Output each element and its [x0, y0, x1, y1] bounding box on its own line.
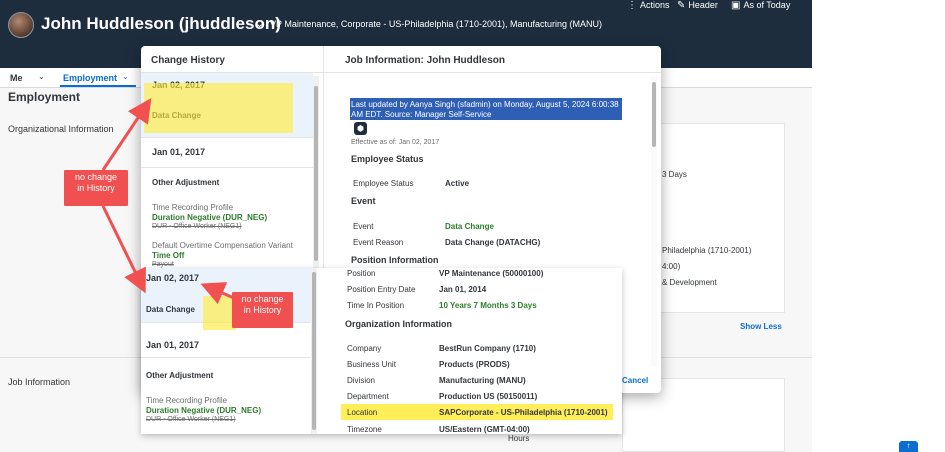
right-blank-area: [812, 0, 945, 452]
field-label: Department: [347, 392, 389, 401]
history-date: Jan 01, 2017: [152, 147, 206, 157]
field-label: Division: [347, 376, 376, 385]
hexagon-icon: ⬢: [354, 122, 367, 135]
nav-me[interactable]: Me: [10, 73, 23, 83]
bg-fragment: Philadelphia (1710-2001): [662, 246, 752, 255]
new-value: Duration Negative (DUR_NEG): [152, 213, 268, 222]
field-label: Position Entry Date: [347, 285, 416, 294]
header-button[interactable]: ✎ Header: [677, 0, 718, 12]
event-title: Event: [351, 196, 376, 206]
history-type: Data Change: [146, 305, 195, 314]
as-of-today-button[interactable]: ▣ As of Today: [731, 0, 790, 12]
user-name[interactable]: John Huddleson (jhuddleson): [41, 14, 281, 34]
cancel-button[interactable]: Cancel: [622, 376, 648, 385]
history-item-details: Other Adjustment Time Recording Profile …: [141, 360, 311, 434]
field-value: Manufacturing (MANU): [439, 376, 526, 385]
data-change-highlight: [144, 83, 293, 133]
bg-fragment: Hours: [508, 434, 530, 443]
changed-field: Time Recording Profile: [152, 203, 234, 212]
scrollbar-thumb[interactable]: [652, 82, 656, 147]
new-value: Time Off: [152, 251, 185, 260]
org-info-label: Organizational Information: [8, 124, 114, 134]
changed-field: Default Overtime Compensation Variant: [152, 241, 293, 250]
history-type: Other Adjustment: [146, 371, 214, 380]
chevron-down-icon[interactable]: ⌄: [255, 17, 264, 30]
arrow-up-icon: ↑: [906, 441, 911, 450]
field-value: SAPCorporate - US-Philadelphia (1710-200…: [439, 408, 608, 417]
history-scrollbar[interactable]: [311, 268, 317, 434]
more-vertical-icon: ⋮: [627, 0, 637, 11]
job-info-title: Job Information: John Huddleson: [345, 55, 505, 66]
change-history-title: Change History: [151, 55, 225, 66]
scroll-to-top-button[interactable]: ↑: [899, 441, 918, 452]
position-info-title: Position Information: [351, 255, 439, 265]
history-date: Jan 01, 2017: [146, 340, 200, 350]
field-value: Active: [445, 179, 470, 188]
job-info-label: Job Information: [8, 377, 71, 387]
avatar[interactable]: [8, 12, 34, 38]
callout-no-change: no change in History: [232, 292, 293, 328]
field-value: VP Maintenance (50000100): [439, 269, 544, 278]
history-type: Other Adjustment: [152, 178, 220, 187]
nav-employment[interactable]: Employment: [63, 73, 117, 83]
field-value: BestRun Company (1710): [439, 344, 536, 353]
bg-fragment: 4:00): [662, 262, 681, 271]
pencil-icon: ✎: [677, 0, 686, 11]
chevron-down-icon[interactable]: ⌄: [122, 72, 129, 81]
field-value: Data Change: [445, 222, 494, 231]
callout-no-change: no change in History: [64, 170, 128, 206]
history-item-details: Other Adjustment Time Recording Profile …: [141, 168, 313, 278]
field-label: Position: [347, 269, 376, 278]
show-less-link[interactable]: Show Less: [740, 322, 782, 331]
section-title: Employment: [8, 90, 81, 104]
history-item[interactable]: Jan 01, 2017: [141, 328, 311, 358]
field-label: Timezone: [347, 425, 382, 434]
field-label: Employee Status: [353, 179, 414, 188]
actions-button[interactable]: ⋮ Actions: [627, 0, 670, 12]
field-label: Event Reason: [353, 238, 404, 247]
new-value: Duration Negative (DUR_NEG): [146, 406, 262, 415]
last-updated-text: AM EDT. Source: Manager Self-Service: [351, 110, 492, 119]
field-label: Time In Position: [347, 301, 405, 310]
chevron-down-icon[interactable]: ⌄: [38, 72, 45, 81]
details-scrollbar[interactable]: [651, 76, 657, 366]
old-value: DUR - Office Worker (NEG1): [146, 416, 236, 423]
active-tab-indicator: [60, 85, 136, 87]
scrollbar-thumb[interactable]: [314, 86, 318, 261]
history-date: Jan 02, 2017: [146, 273, 200, 283]
field-value: US/Eastern (GMT-04:00): [439, 425, 530, 434]
bg-fragment: & Development: [662, 278, 717, 287]
old-value: DUR - Office Worker (NEG1): [152, 223, 242, 230]
bg-fragment: 3 Days: [662, 170, 687, 179]
field-value: Products (PRODS): [439, 360, 510, 369]
history-scrollbar[interactable]: [313, 76, 319, 270]
field-label: Business Unit: [347, 360, 396, 369]
pasted-history-panel: Jan 02, 2017 Data Change Jan 01, 2017 Ot…: [141, 268, 622, 434]
old-value: Payout: [152, 261, 174, 268]
last-updated-text: Last updated by Aanya Singh (sfadmin) on…: [351, 100, 619, 109]
field-value: Data Change (DATACHG): [445, 238, 541, 247]
field-label: Company: [347, 344, 382, 353]
user-subtitle: VP Maintenance, Corporate - US-Philadelp…: [270, 19, 602, 29]
history-item[interactable]: Jan 01, 2017: [141, 138, 313, 168]
field-value: 10 Years 7 Months 3 Days: [439, 301, 537, 310]
field-label: Location: [347, 408, 378, 417]
field-value: Production US (50150011): [439, 392, 538, 401]
calendar-icon: ▣: [731, 0, 741, 11]
field-label: Event: [353, 222, 374, 231]
org-info-title: Organization Information: [345, 319, 452, 329]
effective-date: Effective as of: Jan 02, 2017: [351, 139, 440, 146]
scrollbar-thumb[interactable]: [312, 272, 316, 430]
changed-field: Time Recording Profile: [146, 396, 228, 405]
field-value: Jan 01, 2014: [439, 285, 487, 294]
employee-status-title: Employee Status: [351, 154, 424, 164]
